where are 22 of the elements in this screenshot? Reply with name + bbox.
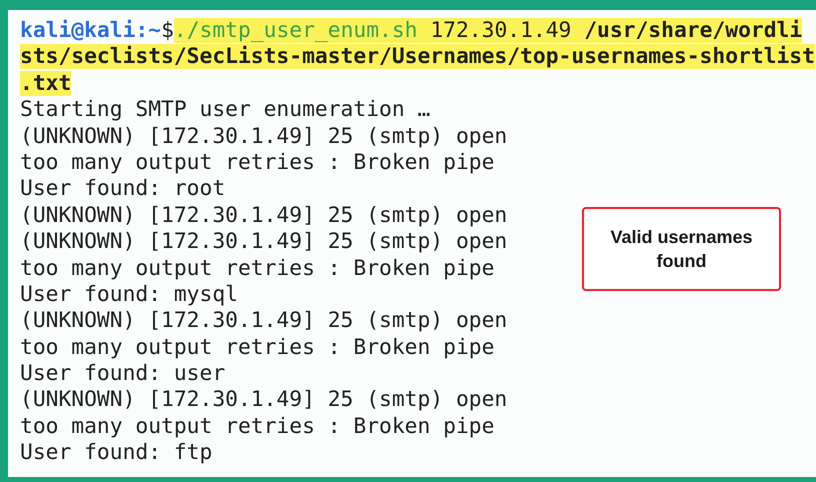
output-line: too many output retries : Broken pipe bbox=[20, 256, 494, 281]
prompt-path: :~ bbox=[135, 18, 162, 43]
output-line: (UNKNOWN) [172.30.1.49] 25 (smtp) open bbox=[20, 229, 508, 254]
output-line: (UNKNOWN) [172.30.1.49] 25 (smtp) open bbox=[20, 124, 508, 149]
command-text: .txt bbox=[20, 70, 72, 96]
output-line: too many output retries : Broken pipe bbox=[20, 150, 494, 175]
output-line: User found: ftp bbox=[20, 440, 212, 466]
output-line: User found: mysql bbox=[20, 282, 238, 307]
output-line: (UNKNOWN) [172.30.1.49] 25 (smtp) open bbox=[20, 387, 508, 412]
command-text: 172.30.1.49 /usr/share/wordli bbox=[418, 18, 802, 43]
output-line: (UNKNOWN) [172.30.1.49] 25 (smtp) open bbox=[20, 202, 508, 228]
command-name: ./smtp_user_enum.sh bbox=[174, 18, 418, 43]
output-line: User found: root bbox=[20, 176, 226, 202]
output-line: too many output retries : Broken pipe bbox=[20, 334, 494, 360]
callout-box: Valid usernames found bbox=[582, 207, 781, 291]
output-line: Starting SMTP user enumeration … bbox=[20, 97, 430, 122]
prompt-user: kali@kali bbox=[20, 18, 136, 43]
command-text: sts/seclists/SecLists-master/Usernames/top-usernames-shortlist bbox=[20, 44, 815, 70]
prompt-symbol: $ bbox=[161, 18, 174, 43]
output-line: (UNKNOWN) [172.30.1.49] 25 (smtp) open bbox=[20, 308, 508, 334]
output-line: User found: user bbox=[20, 361, 226, 386]
output-line: too many output retries : Broken pipe bbox=[20, 414, 494, 439]
